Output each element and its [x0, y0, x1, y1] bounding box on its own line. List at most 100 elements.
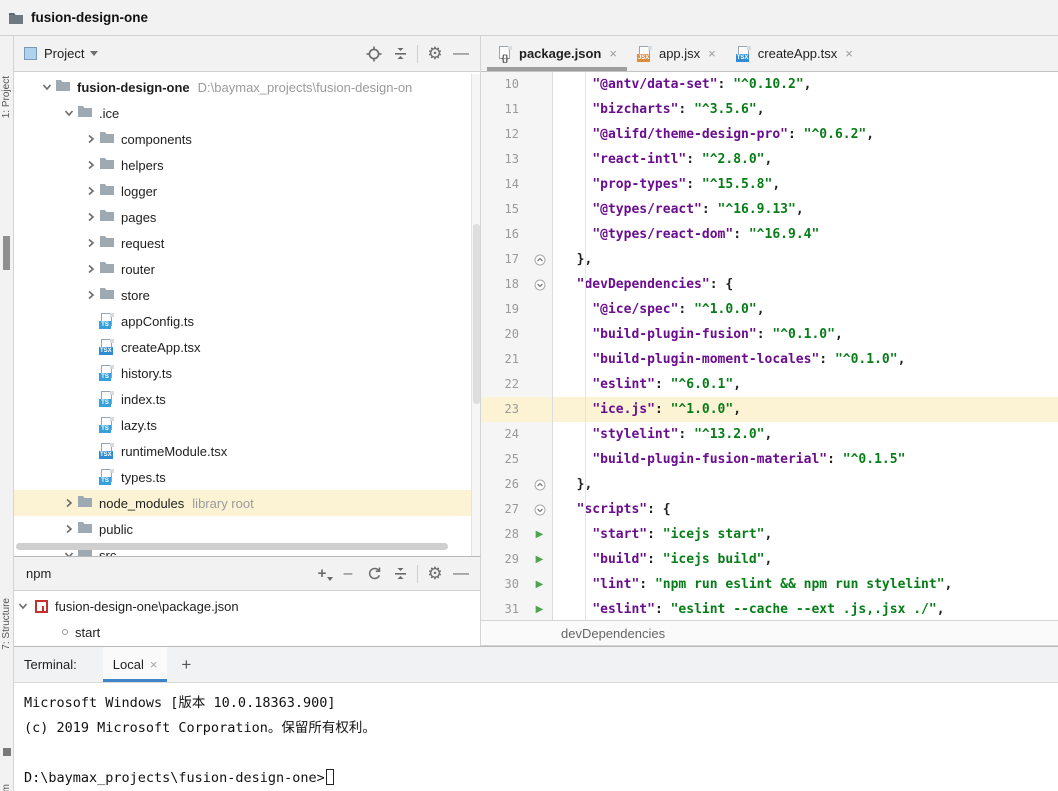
run-script-icon[interactable]: ▶ [527, 572, 553, 597]
run-triangle-icon[interactable]: ▶ [536, 529, 544, 540]
chevron-right-icon[interactable] [82, 287, 99, 303]
settings-gear-icon[interactable]: ⚙ [422, 562, 448, 586]
tree-item-history-ts[interactable]: TShistory.ts [14, 360, 473, 386]
stripe-scroll-indicator[interactable] [3, 236, 10, 270]
fold-up-icon[interactable] [527, 247, 553, 272]
code-line-12[interactable]: 12 "@alifd/theme-design-pro": "^0.6.2", [481, 122, 1058, 147]
settings-gear-icon[interactable]: ⚙ [422, 42, 448, 66]
close-icon[interactable]: × [609, 46, 617, 61]
chevron-right-icon[interactable] [82, 183, 99, 199]
code-line-16[interactable]: 16 "@types/react-dom": "^16.9.4" [481, 222, 1058, 247]
project-panel-title[interactable]: Project [44, 46, 84, 61]
tree-item-logger[interactable]: logger [14, 178, 473, 204]
hide-panel-icon[interactable]: — [448, 42, 474, 66]
run-script-icon[interactable]: ▶ [527, 597, 553, 620]
tree-item-types-ts[interactable]: TStypes.ts [14, 464, 473, 490]
horizontal-scrollbar[interactable] [16, 543, 448, 550]
code-line-17[interactable]: 17 }, [481, 247, 1058, 272]
project-tree: fusion-design-oneD:\baymax_projects\fusi… [14, 74, 473, 556]
code-line-21[interactable]: 21 "build-plugin-moment-locales": "^0.1.… [481, 347, 1058, 372]
code-line-19[interactable]: 19 "@ice/spec": "^1.0.0", [481, 297, 1058, 322]
run-triangle-icon[interactable]: ▶ [536, 579, 544, 590]
npm-root-row[interactable]: fusion-design-one\package.json [14, 593, 480, 619]
tree-item--ice[interactable]: .ice [14, 100, 473, 126]
terminal-output[interactable]: Microsoft Windows [版本 10.0.18363.900](c)… [14, 683, 1058, 791]
npm-script-row[interactable]: start [14, 619, 480, 645]
close-icon[interactable]: × [150, 657, 158, 672]
tree-item-node-modules[interactable]: node_moduleslibrary root [14, 490, 473, 516]
tab-app-jsx[interactable]: JSXapp.jsx× [627, 36, 726, 71]
code-line-11[interactable]: 11 "bizcharts": "^3.5.6", [481, 97, 1058, 122]
code-line-15[interactable]: 15 "@types/react": "^16.9.13", [481, 197, 1058, 222]
add-script-icon[interactable]: + [309, 562, 335, 586]
tree-item-index-ts[interactable]: TSindex.ts [14, 386, 473, 412]
tree-item-runtimemodule-tsx[interactable]: TSXruntimeModule.tsx [14, 438, 473, 464]
code-line-27[interactable]: 27 "scripts": { [481, 497, 1058, 522]
chevron-down-icon[interactable] [90, 51, 98, 56]
breadcrumb[interactable]: devDependencies [481, 620, 1058, 646]
code-line-23[interactable]: 23 "ice.js": "^1.0.0", [481, 397, 1058, 422]
run-script-icon[interactable]: ▶ [527, 547, 553, 572]
tree-item-appconfig-ts[interactable]: TSappConfig.ts [14, 308, 473, 334]
terminal-prompt[interactable]: D:\baymax_projects\fusion-design-one> [24, 766, 1058, 791]
chevron-down-icon[interactable] [18, 602, 28, 610]
tree-item-public[interactable]: public [14, 516, 473, 542]
tab-createapp-tsx[interactable]: TSXcreateApp.tsx× [726, 36, 863, 71]
tab-package-json[interactable]: {}package.json× [487, 36, 627, 71]
refresh-icon[interactable] [361, 562, 387, 586]
run-script-icon[interactable]: ▶ [527, 522, 553, 547]
code-line-30[interactable]: 30▶ "lint": "npm run eslint && npm run s… [481, 572, 1058, 597]
tree-item-createapp-tsx[interactable]: TSXcreateApp.tsx [14, 334, 473, 360]
chevron-down-icon[interactable] [38, 79, 55, 95]
hide-panel-icon[interactable]: — [448, 562, 474, 586]
code-line-10[interactable]: 10 "@antv/data-set": "^0.10.2", [481, 72, 1058, 97]
chevron-right-icon[interactable] [82, 261, 99, 277]
terminal-tab-local[interactable]: Local × [103, 647, 168, 682]
tree-item-helpers[interactable]: helpers [14, 152, 473, 178]
chevron-right-icon[interactable] [82, 131, 99, 147]
chevron-right-icon[interactable] [60, 495, 77, 511]
chevron-right-icon[interactable] [82, 235, 99, 251]
tree-item-router[interactable]: router [14, 256, 473, 282]
stripe-project-button[interactable]: 1: Project [1, 76, 12, 118]
collapse-all-icon[interactable] [387, 42, 413, 66]
tree-item-store[interactable]: store [14, 282, 473, 308]
tree-item-request[interactable]: request [14, 230, 473, 256]
run-triangle-icon[interactable]: ▶ [536, 604, 544, 615]
breadcrumb-item[interactable]: devDependencies [561, 626, 665, 641]
code-line-20[interactable]: 20 "build-plugin-fusion": "^0.1.0", [481, 322, 1058, 347]
chevron-down-icon[interactable] [60, 105, 77, 121]
tree-item-components[interactable]: components [14, 126, 473, 152]
code-line-24[interactable]: 24 "stylelint": "^13.2.0", [481, 422, 1058, 447]
editor-body[interactable]: 10 "@antv/data-set": "^0.10.2",11 "bizch… [481, 72, 1058, 620]
close-icon[interactable]: × [708, 46, 716, 61]
code-line-22[interactable]: 22 "eslint": "^6.0.1", [481, 372, 1058, 397]
fold-down-icon[interactable] [527, 497, 553, 522]
remove-script-icon[interactable]: – [335, 562, 361, 586]
close-icon[interactable]: × [845, 46, 853, 61]
run-triangle-icon[interactable]: ▶ [536, 554, 544, 565]
chevron-right-icon[interactable] [60, 521, 77, 537]
fold-up-icon[interactable] [527, 472, 553, 497]
code-line-14[interactable]: 14 "prop-types": "^15.5.8", [481, 172, 1058, 197]
chevron-right-icon[interactable] [82, 157, 99, 173]
stripe-tool-icon[interactable] [3, 748, 11, 756]
collapse-all-icon[interactable] [387, 562, 413, 586]
code-line-28[interactable]: 28▶ "start": "icejs start", [481, 522, 1058, 547]
fold-down-icon[interactable] [527, 272, 553, 297]
code-line-31[interactable]: 31▶ "eslint": "eslint --cache --ext .js,… [481, 597, 1058, 620]
code-line-26[interactable]: 26 }, [481, 472, 1058, 497]
code-line-25[interactable]: 25 "build-plugin-fusion-material": "^0.1… [481, 447, 1058, 472]
tree-item-lazy-ts[interactable]: TSlazy.ts [14, 412, 473, 438]
vertical-scrollbar[interactable] [471, 74, 480, 556]
tree-item-fusion-design-one[interactable]: fusion-design-oneD:\baymax_projects\fusi… [14, 74, 473, 100]
code-line-29[interactable]: 29▶ "build": "icejs build", [481, 547, 1058, 572]
chevron-right-icon[interactable] [82, 209, 99, 225]
stripe-npm-button[interactable]: npm [1, 784, 12, 791]
code-line-13[interactable]: 13 "react-intl": "^2.8.0", [481, 147, 1058, 172]
code-line-18[interactable]: 18 "devDependencies": { [481, 272, 1058, 297]
tree-item-pages[interactable]: pages [14, 204, 473, 230]
new-terminal-button[interactable]: + [167, 647, 205, 682]
locate-file-icon[interactable] [361, 42, 387, 66]
stripe-structure-button[interactable]: 7: Structure [1, 598, 12, 650]
